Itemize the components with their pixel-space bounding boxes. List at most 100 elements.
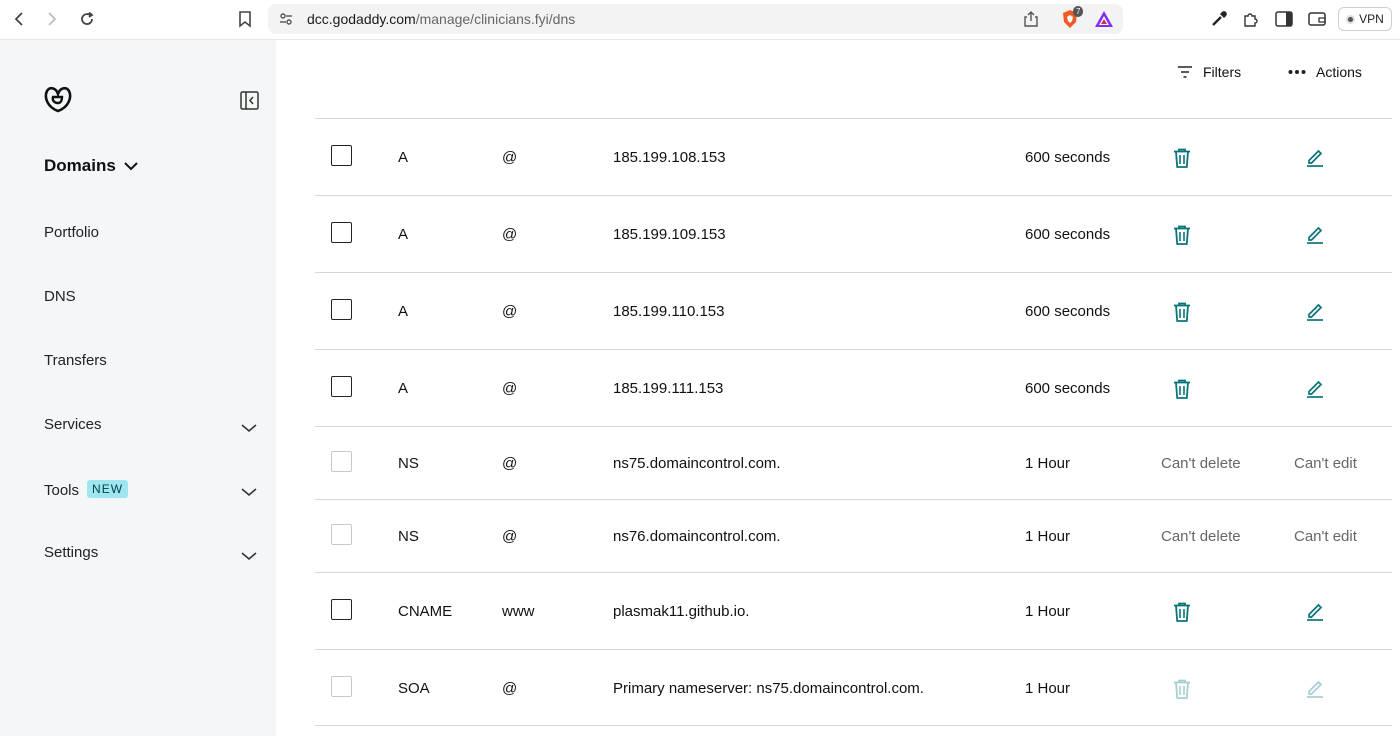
sidebar-item-settings[interactable]: Settings	[44, 544, 98, 561]
forward-icon[interactable]	[41, 8, 63, 30]
row-checkbox[interactable]	[331, 451, 352, 472]
dns-records-table: A @185.199.108.153 600 seconds A @185.199.10…	[315, 118, 1392, 726]
record-value: plasmak11.github.io.	[613, 603, 750, 620]
row-checkbox[interactable]	[331, 299, 352, 320]
record-name: @	[502, 455, 518, 472]
trash-icon[interactable]	[1172, 301, 1192, 328]
vpn-status-icon	[1346, 14, 1356, 24]
rewards-triangle-icon[interactable]	[1094, 10, 1114, 33]
cant-edit-text: Can't edit	[1294, 528, 1357, 545]
site-settings-icon[interactable]	[278, 11, 294, 32]
row-checkbox[interactable]	[331, 222, 352, 243]
row-checkbox[interactable]	[331, 145, 352, 166]
eyedropper-icon[interactable]	[1210, 10, 1228, 33]
record-name: @	[502, 303, 518, 320]
record-ttl: 600 seconds	[1025, 149, 1111, 166]
godaddy-logo-icon[interactable]	[43, 85, 73, 118]
record-ttl: 1 Hour	[1025, 528, 1071, 545]
new-badge: NEW	[87, 480, 129, 498]
trash-icon[interactable]	[1172, 378, 1192, 405]
record-type: A	[398, 226, 409, 243]
record-type: CNAME	[398, 603, 453, 620]
filter-icon	[1178, 66, 1192, 78]
table-row: A @185.199.109.153 600 seconds	[315, 195, 1392, 272]
record-value: ns76.domaincontrol.com.	[613, 528, 781, 545]
reload-icon[interactable]	[76, 8, 98, 30]
sidebar-item-label: Settings	[44, 544, 99, 561]
row-checkbox[interactable]	[331, 599, 352, 620]
share-icon[interactable]	[1023, 10, 1039, 33]
edit-pencil-icon[interactable]	[1305, 601, 1325, 626]
sidebar-item-label: Transfers	[44, 352, 107, 369]
filters-button[interactable]: Filters	[1177, 64, 1241, 80]
sidebar-item-label: Tools	[44, 482, 80, 499]
record-ttl: 1 Hour	[1025, 455, 1071, 472]
sidebar-item-transfers[interactable]: Transfers	[44, 352, 107, 369]
record-name: @	[502, 226, 518, 243]
domains-title: Domains	[44, 156, 116, 175]
record-value: 185.199.110.153	[613, 303, 725, 320]
edit-pencil-icon[interactable]	[1305, 378, 1325, 403]
filters-label: Filters	[1203, 64, 1242, 80]
sidebar-item-label: Portfolio	[44, 224, 100, 241]
record-name: @	[502, 380, 518, 397]
record-type: SOA	[398, 680, 430, 697]
edit-pencil-icon[interactable]	[1305, 301, 1325, 326]
record-name: @	[502, 149, 518, 166]
sidebar-item-portfolio[interactable]: Portfolio	[44, 224, 99, 241]
extensions-icon[interactable]	[1242, 10, 1260, 33]
table-row: NS @ ns75.domaincontrol.com. 1 Hour Can't de…	[315, 426, 1392, 499]
row-checkbox[interactable]	[331, 676, 352, 697]
sidebar-item-label: DNS	[44, 288, 76, 305]
chevron-down-icon[interactable]	[241, 420, 257, 438]
sidebar-item-services[interactable]: Services	[44, 416, 102, 433]
domains-menu[interactable]: Domains	[44, 156, 138, 176]
chevron-down-icon[interactable]	[241, 548, 257, 566]
table-row: CNAME www plasmak11.github.io. 1 Hour	[315, 572, 1392, 649]
record-type: A	[398, 149, 409, 166]
record-value: 185.199.108.153	[613, 149, 726, 166]
wallet-icon[interactable]	[1308, 11, 1326, 32]
trash-icon[interactable]	[1172, 147, 1192, 174]
url-text[interactable]: dcc.godaddy.com/manage/clinicians.fyi/dn…	[307, 11, 575, 27]
actions-label: Actions	[1316, 64, 1362, 80]
edit-pencil-icon[interactable]	[1305, 224, 1325, 249]
table-row: NS @ ns76.domaincontrol.com. 1 Hour Can't de…	[315, 499, 1392, 572]
table-row: A @185.199.111.153 600 seconds	[315, 349, 1392, 426]
back-icon[interactable]	[8, 8, 30, 30]
table-row: A @185.199.108.153 600 seconds	[315, 118, 1392, 195]
sidebar-item-tools[interactable]: Tools NEW	[44, 480, 129, 499]
record-type: A	[398, 380, 409, 397]
record-ttl: 1 Hour	[1025, 680, 1071, 697]
cant-delete-text: Can't delete	[1161, 528, 1241, 545]
sidebar-item-dns[interactable]: DNS	[44, 288, 76, 305]
record-type: NS	[398, 528, 419, 545]
trash-icon[interactable]	[1172, 601, 1192, 628]
cant-delete-text: Can't delete	[1161, 455, 1241, 472]
record-ttl: 600 seconds	[1025, 380, 1111, 397]
record-name: www	[502, 603, 535, 620]
actions-button[interactable]: Actions	[1288, 64, 1362, 80]
url-path: /manage/clinicians.fyi/dns	[415, 11, 576, 27]
trash-icon[interactable]	[1172, 224, 1192, 251]
edit-pencil-icon[interactable]	[1305, 147, 1325, 172]
row-checkbox[interactable]	[331, 524, 352, 545]
shield-count-badge: 7	[1073, 6, 1084, 17]
record-ttl: 1 Hour	[1025, 603, 1071, 620]
chevron-down-icon[interactable]	[241, 484, 257, 502]
collapse-sidebar-icon[interactable]	[240, 91, 259, 115]
bookmark-icon[interactable]	[234, 8, 256, 30]
record-name: @	[502, 680, 518, 697]
sidebar-item-label: Services	[44, 416, 102, 433]
address-bar[interactable]: dcc.godaddy.com/manage/clinicians.fyi/dn…	[268, 4, 1123, 34]
sidebar-toggle-icon[interactable]	[1275, 11, 1293, 32]
url-host: dcc.godaddy.com	[307, 11, 416, 27]
sidebar: Domains Portfolio DNS Transfers Services…	[0, 40, 276, 736]
record-value: 185.199.111.153	[613, 380, 724, 397]
vpn-button[interactable]: VPN	[1338, 7, 1392, 31]
row-checkbox[interactable]	[331, 376, 352, 397]
record-type: NS	[398, 455, 419, 472]
vpn-label: VPN	[1359, 12, 1384, 26]
record-type: A	[398, 303, 409, 320]
table-row: A @185.199.110.153 600 seconds	[315, 272, 1392, 349]
